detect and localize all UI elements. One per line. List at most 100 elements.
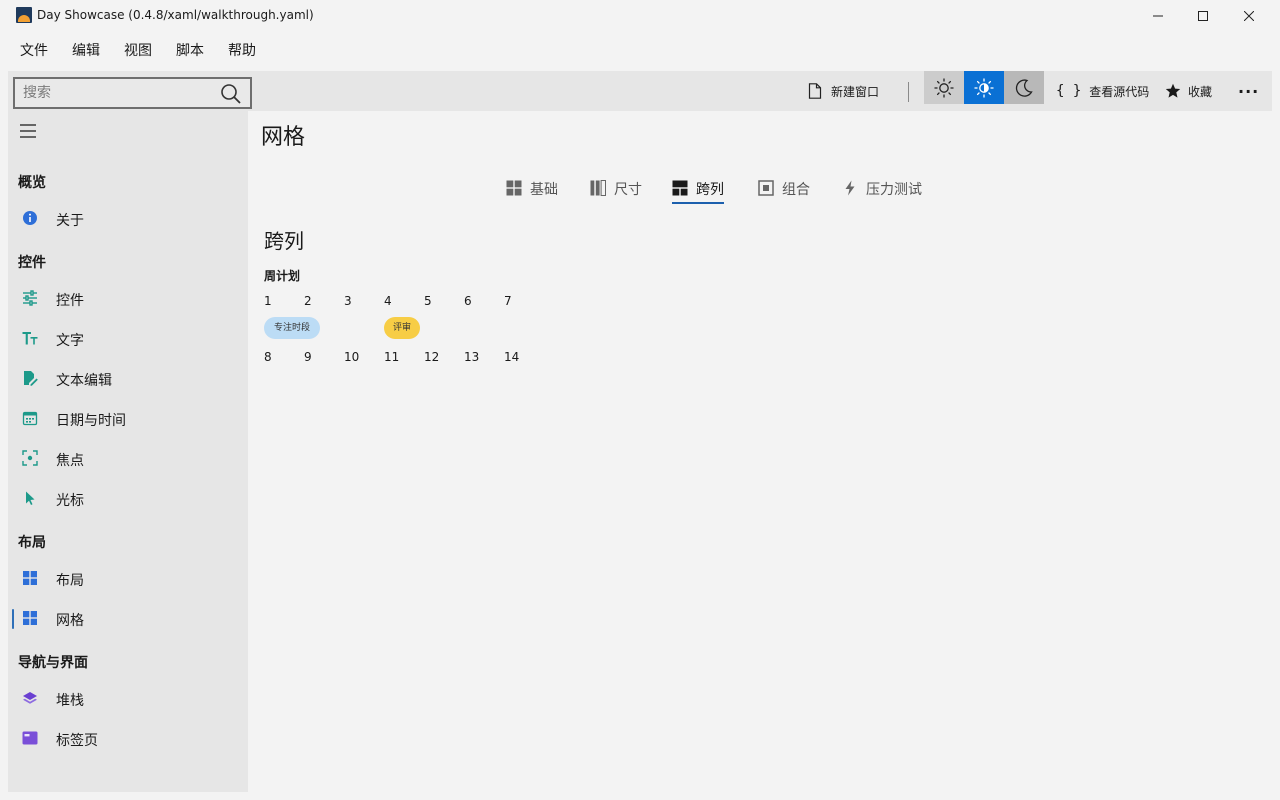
event-pill-review[interactable]: 评审 bbox=[384, 317, 420, 339]
tab-label: 基础 bbox=[530, 182, 558, 198]
active-indicator bbox=[12, 609, 14, 629]
sidebar-item-label: 布局 bbox=[56, 573, 84, 589]
day-cell: 10 bbox=[344, 350, 360, 364]
tab-span[interactable]: 跨列 bbox=[672, 172, 724, 204]
braces-icon: { } bbox=[1056, 83, 1082, 99]
tab-basic[interactable]: 基础 bbox=[506, 172, 568, 204]
lightning-icon bbox=[845, 180, 855, 196]
day-cell: 2 bbox=[304, 294, 312, 308]
menu-help[interactable]: 帮助 bbox=[216, 38, 268, 66]
moon-icon bbox=[1015, 78, 1033, 97]
toolbar-divider bbox=[908, 82, 909, 102]
calendar-icon bbox=[22, 411, 38, 426]
sidebar-item-label: 关于 bbox=[56, 213, 84, 229]
favorite-label: 收藏 bbox=[1188, 84, 1213, 99]
favorite-button[interactable]: 收藏 bbox=[1165, 71, 1212, 111]
section-header-overview: 概览 bbox=[18, 175, 46, 191]
sidebar: 概览 关于 控件 控件 文字 文本编辑 日期与时间 焦点 光标 布局 布局 网格… bbox=[8, 111, 248, 792]
sidebar-item-text-editing[interactable]: 文本编辑 bbox=[8, 359, 248, 399]
document-icon bbox=[808, 83, 822, 99]
day-cell: 9 bbox=[304, 350, 312, 364]
edit-document-icon bbox=[24, 371, 38, 386]
sidebar-item-stack[interactable]: 堆栈 bbox=[8, 679, 248, 719]
day-cell: 13 bbox=[464, 350, 480, 364]
menu-file[interactable]: 文件 bbox=[8, 38, 60, 66]
search-icon[interactable] bbox=[220, 83, 242, 105]
section-header-controls: 控件 bbox=[18, 255, 46, 271]
sidebar-item-grid[interactable]: 网格 bbox=[8, 599, 248, 639]
title-bar: Day Showcase (0.4.8/xaml/walkthrough.yam… bbox=[0, 0, 1280, 32]
more-options-button[interactable]: ··· bbox=[1238, 71, 1259, 111]
sidebar-item-layout[interactable]: 布局 bbox=[8, 559, 248, 599]
focus-icon bbox=[22, 450, 38, 466]
close-button[interactable] bbox=[1226, 0, 1272, 32]
layers-icon bbox=[23, 692, 37, 704]
maximize-icon bbox=[1198, 11, 1208, 21]
nested-icon bbox=[758, 180, 774, 196]
light-theme-button[interactable] bbox=[924, 71, 964, 104]
sidebar-item-focus[interactable]: 焦点 bbox=[8, 439, 248, 479]
sun-outline-icon bbox=[934, 77, 954, 98]
grid-icon bbox=[506, 180, 522, 196]
menu-edit[interactable]: 编辑 bbox=[60, 38, 112, 66]
hamburger-icon[interactable] bbox=[18, 121, 38, 141]
auto-theme-button[interactable] bbox=[964, 71, 1004, 104]
maximize-button[interactable] bbox=[1180, 0, 1226, 32]
tab-size[interactable]: 尺寸 bbox=[590, 172, 646, 204]
columns-icon bbox=[590, 180, 606, 196]
menu-bar: 文件 编辑 视图 脚本 帮助 bbox=[8, 38, 268, 66]
sidebar-item-date-time[interactable]: 日期与时间 bbox=[8, 399, 248, 439]
menu-view[interactable]: 视图 bbox=[112, 38, 164, 66]
section-header-layout: 布局 bbox=[18, 535, 46, 551]
page-title: 网格 bbox=[261, 125, 306, 150]
search-input[interactable] bbox=[23, 83, 213, 103]
day-cell: 3 bbox=[344, 294, 352, 308]
menu-script[interactable]: 脚本 bbox=[164, 38, 216, 66]
tab-label: 跨列 bbox=[696, 182, 724, 198]
sun-half-icon bbox=[974, 77, 994, 98]
tab-label: 压力测试 bbox=[866, 182, 922, 198]
grid-icon bbox=[23, 611, 37, 625]
tab-stress-test[interactable]: 压力测试 bbox=[842, 172, 922, 204]
sidebar-item-label: 文本编辑 bbox=[56, 373, 112, 389]
info-icon bbox=[23, 211, 37, 225]
day-cell: 6 bbox=[464, 294, 472, 308]
sidebar-item-label: 焦点 bbox=[56, 453, 84, 469]
day-cell: 11 bbox=[384, 350, 400, 364]
sidebar-item-cursor[interactable]: 光标 bbox=[8, 479, 248, 519]
sidebar-item-tab-page[interactable]: 标签页 bbox=[8, 719, 248, 759]
sidebar-item-controls[interactable]: 控件 bbox=[8, 279, 248, 319]
view-source-label: 查看源代码 bbox=[1089, 84, 1150, 99]
sidebar-item-label: 网格 bbox=[56, 613, 84, 629]
event-pill-focus[interactable]: 专注时段 bbox=[264, 317, 320, 339]
view-source-button[interactable]: { } 查看源代码 bbox=[1056, 71, 1149, 111]
minimize-icon bbox=[1153, 15, 1163, 17]
dark-theme-button[interactable] bbox=[1004, 71, 1044, 104]
sliders-icon bbox=[23, 290, 37, 306]
weekly-plan-title: 周计划 bbox=[264, 269, 301, 283]
minimize-button[interactable] bbox=[1135, 0, 1181, 32]
section-header-navigation: 导航与界面 bbox=[18, 655, 88, 671]
day-cell: 5 bbox=[424, 294, 432, 308]
window-title: Day Showcase (0.4.8/xaml/walkthrough.yam… bbox=[37, 8, 314, 22]
cursor-icon bbox=[26, 491, 35, 505]
tab-label: 组合 bbox=[782, 182, 810, 198]
sidebar-item-label: 光标 bbox=[56, 493, 84, 509]
active-tab-indicator bbox=[672, 202, 724, 204]
sidebar-item-label: 日期与时间 bbox=[56, 413, 126, 429]
sidebar-item-label: 控件 bbox=[56, 293, 84, 309]
tab-nested[interactable]: 组合 bbox=[758, 172, 814, 204]
new-window-button[interactable]: 新建窗口 bbox=[808, 71, 879, 111]
new-window-label: 新建窗口 bbox=[831, 84, 880, 99]
day-cell: 8 bbox=[264, 350, 272, 364]
app-logo-icon bbox=[16, 7, 32, 23]
search-box[interactable] bbox=[13, 77, 252, 109]
sidebar-item-about[interactable]: 关于 bbox=[8, 199, 248, 239]
sidebar-item-label: 标签页 bbox=[56, 733, 98, 749]
sidebar-item-label: 文字 bbox=[56, 333, 84, 349]
sidebar-item-label: 堆栈 bbox=[56, 693, 84, 709]
day-cell: 7 bbox=[504, 294, 512, 308]
sidebar-item-text[interactable]: 文字 bbox=[8, 319, 248, 359]
tab-label: 尺寸 bbox=[614, 182, 642, 198]
day-cell: 4 bbox=[384, 294, 392, 308]
